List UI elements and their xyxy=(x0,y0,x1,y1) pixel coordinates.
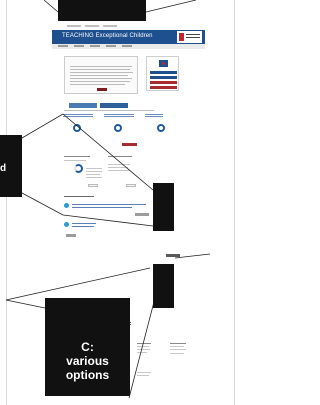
callout-box-right-lower xyxy=(153,264,174,308)
callout-line xyxy=(5,299,46,309)
callout-line xyxy=(62,113,154,191)
callout-box-right-upper xyxy=(153,183,174,231)
callout-c-line: options xyxy=(65,368,110,382)
callout-b-line: d xyxy=(0,163,7,174)
callout-b-text: d xyxy=(0,163,22,175)
callout-line xyxy=(62,214,154,227)
callout-c-line: C: xyxy=(81,340,94,354)
callout-line xyxy=(128,297,156,399)
callout-line xyxy=(43,0,59,13)
callout-line xyxy=(21,192,64,216)
callout-box-top xyxy=(58,0,146,21)
callout-box-c: C: various options xyxy=(45,298,130,396)
callout-c-line: various xyxy=(66,354,109,368)
callout-line xyxy=(145,0,197,13)
callout-c-text: C: various options xyxy=(45,340,130,382)
callout-line xyxy=(5,267,151,301)
callout-line xyxy=(21,113,64,139)
callout-line xyxy=(174,253,211,259)
callout-box-b: d xyxy=(0,135,22,197)
